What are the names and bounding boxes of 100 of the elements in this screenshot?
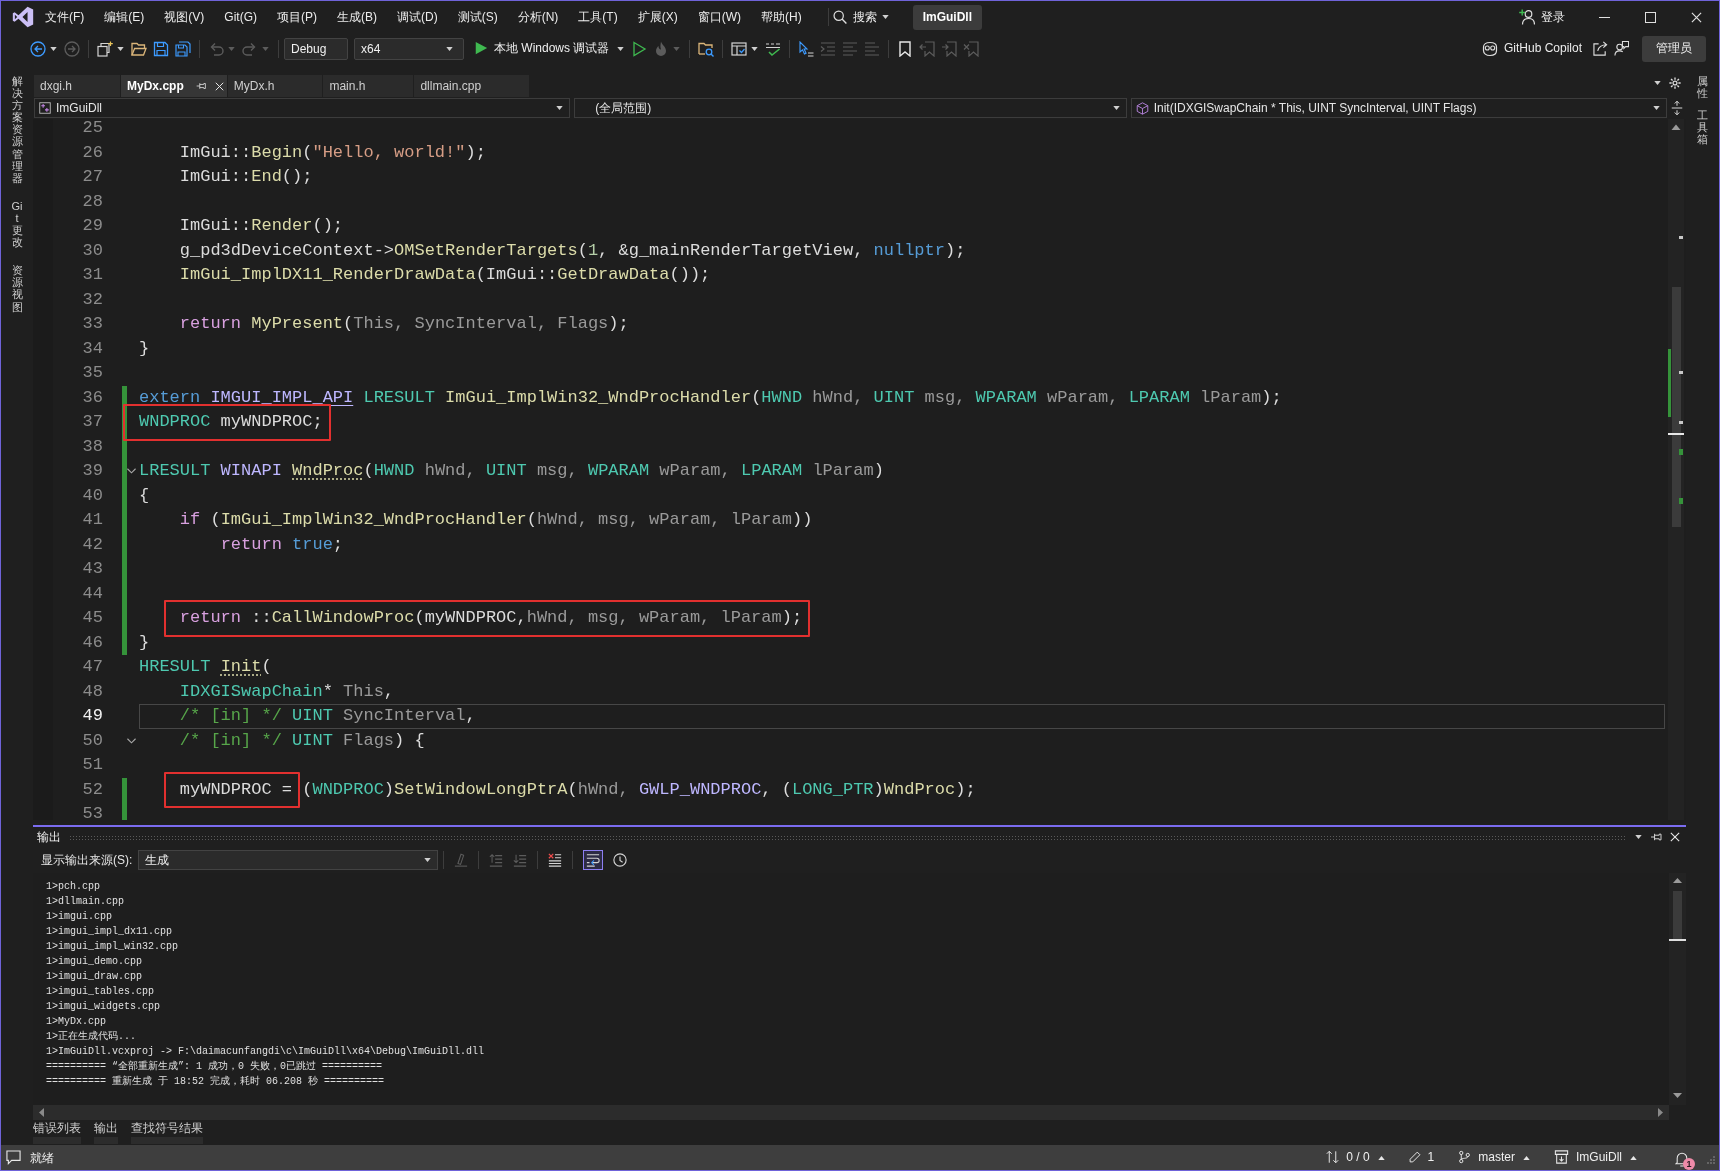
- caret-icon[interactable]: [50, 46, 57, 51]
- pencil-icon[interactable]: [1408, 1151, 1421, 1164]
- folder-icon[interactable]: [131, 40, 147, 57]
- settings-icon[interactable]: [1669, 76, 1681, 89]
- sync-status[interactable]: 0 / 0: [1326, 1150, 1370, 1165]
- person-plus-icon[interactable]: [1519, 9, 1535, 25]
- resize-grip-icon[interactable]: [1707, 1155, 1715, 1164]
- editor-tab[interactable]: dllmain.cpp: [414, 75, 530, 97]
- menu-item[interactable]: 工具(T): [568, 5, 628, 29]
- floppy-disks-icon[interactable]: [175, 40, 191, 57]
- cursor-icon[interactable]: [798, 40, 815, 57]
- menu-item[interactable]: 扩展(X): [627, 5, 688, 29]
- sign-in-button[interactable]: 登录: [1519, 9, 1565, 25]
- horizontal-scrollbar[interactable]: [33, 1105, 1669, 1120]
- window-layout-icon[interactable]: [731, 40, 748, 57]
- speech-bubble-icon[interactable]: [6, 1150, 21, 1165]
- caret-icon[interactable]: [1377, 1155, 1385, 1160]
- menu-item[interactable]: 项目(P): [267, 5, 327, 29]
- menu-item[interactable]: 视图(V): [154, 5, 215, 29]
- split-arrows-icon[interactable]: [1671, 101, 1683, 115]
- folder-search-icon[interactable]: [698, 40, 715, 57]
- pin-icon[interactable]: [195, 81, 206, 91]
- menu-item[interactable]: 文件(F): [35, 5, 95, 29]
- side-tab[interactable]: 资源视图: [11, 264, 23, 313]
- caret-icon[interactable]: [617, 46, 625, 51]
- menu-item[interactable]: 编辑(E): [94, 5, 155, 29]
- caret-icon[interactable]: [424, 858, 432, 862]
- left-arrow-circle-icon[interactable]: [30, 40, 46, 57]
- up-down-arrows-icon[interactable]: [1326, 1150, 1340, 1165]
- clock-icon[interactable]: [613, 853, 628, 867]
- member-dropdown[interactable]: Init(IDXGISwapChain * This, UINT SyncInterval, UINT Flags): [1130, 98, 1667, 118]
- branch-icon[interactable]: [1458, 1150, 1472, 1165]
- menu-item[interactable]: 窗口(W): [687, 5, 751, 29]
- copilot-button[interactable]: GitHub Copilot: [1481, 40, 1582, 57]
- chevron-down-icon[interactable]: [127, 737, 136, 744]
- output-source-dropdown[interactable]: 生成: [138, 850, 439, 870]
- side-tab[interactable]: 工具箱: [1697, 109, 1708, 146]
- caret-icon[interactable]: [1653, 106, 1660, 110]
- vertical-scrollbar[interactable]: [1668, 119, 1684, 820]
- floppy-disk-icon[interactable]: [153, 40, 169, 57]
- repository-picker[interactable]: ImGuiDll: [1554, 1150, 1622, 1165]
- side-tab[interactable]: Git 更改: [11, 199, 23, 249]
- side-tab[interactable]: 解决方案资源管理器: [11, 75, 23, 184]
- caret-icon[interactable]: [117, 46, 124, 51]
- play-outline-icon[interactable]: [631, 40, 648, 57]
- bell-icon[interactable]: [1675, 1151, 1689, 1168]
- scroll-up-icon[interactable]: [1673, 878, 1682, 883]
- scroll-right-icon[interactable]: [1658, 1108, 1663, 1117]
- toolbar-dropdown[interactable]: Debug: [284, 37, 348, 60]
- maximize-icon[interactable]: [1644, 11, 1656, 23]
- scroll-up-icon[interactable]: [1671, 124, 1681, 130]
- editor-tab[interactable]: dxgi.h: [34, 75, 121, 97]
- minimize-icon[interactable]: [1598, 16, 1610, 18]
- search-button[interactable]: 搜索: [832, 9, 877, 25]
- close-icon[interactable]: [214, 81, 224, 91]
- caret-icon[interactable]: [1635, 835, 1642, 839]
- stacked-windows-icon[interactable]: [97, 40, 113, 57]
- menu-item[interactable]: 调试(D): [387, 5, 448, 29]
- scroll-down-icon[interactable]: [1673, 1093, 1682, 1098]
- caret-icon[interactable]: [751, 46, 759, 51]
- menu-item[interactable]: Git(G): [214, 5, 267, 29]
- person-chat-icon[interactable]: [1614, 41, 1629, 56]
- editor-tab[interactable]: MyDx.h: [227, 75, 323, 97]
- branch-picker[interactable]: master: [1458, 1150, 1515, 1165]
- caret-icon[interactable]: [1630, 1155, 1637, 1160]
- caret-icon[interactable]: [446, 46, 453, 51]
- admin-button[interactable]: 管理员: [1642, 35, 1706, 62]
- caret-icon[interactable]: [881, 15, 889, 19]
- archive-icon[interactable]: [1554, 1150, 1569, 1165]
- search-icon[interactable]: [832, 10, 847, 24]
- caret-icon[interactable]: [1523, 1155, 1530, 1160]
- bookmark-icon[interactable]: [897, 40, 914, 57]
- scope-dropdown[interactable]: (全局范围): [574, 98, 1127, 118]
- editor-tab[interactable]: MyDx.cpp: [121, 75, 227, 97]
- menu-item[interactable]: 生成(B): [327, 5, 387, 29]
- pin-icon[interactable]: [1650, 832, 1662, 842]
- play-icon[interactable]: [474, 41, 488, 56]
- caret-icon[interactable]: [1112, 106, 1120, 110]
- scrollbar-thumb[interactable]: [1672, 287, 1681, 527]
- pending-changes[interactable]: 1: [1408, 1150, 1435, 1165]
- caret-icon[interactable]: [556, 106, 564, 110]
- start-debugging-button[interactable]: 本地 Windows 调试器: [474, 41, 610, 56]
- menu-item[interactable]: 帮助(H): [751, 5, 812, 29]
- vertical-scrollbar[interactable]: [1669, 873, 1686, 1105]
- chevron-down-icon[interactable]: [127, 468, 136, 475]
- word-wrap-icon[interactable]: [583, 850, 604, 870]
- caret-icon[interactable]: [1654, 80, 1661, 85]
- toolbar-dropdown[interactable]: x64: [354, 37, 464, 60]
- scrollbar-thumb[interactable]: [1673, 891, 1682, 941]
- menu-item[interactable]: 分析(N): [507, 5, 569, 29]
- close-icon[interactable]: [1690, 11, 1702, 23]
- menu-item[interactable]: 测试(S): [447, 5, 508, 29]
- close-icon[interactable]: [1670, 832, 1680, 842]
- lines-check-icon[interactable]: [765, 40, 782, 57]
- side-tab[interactable]: 属性: [1697, 75, 1708, 100]
- goggles-icon[interactable]: [1481, 40, 1498, 57]
- editor-tab[interactable]: main.h: [323, 75, 414, 97]
- clear-lines-icon[interactable]: [548, 853, 563, 867]
- scroll-left-icon[interactable]: [39, 1108, 44, 1117]
- share-icon[interactable]: [1593, 41, 1608, 56]
